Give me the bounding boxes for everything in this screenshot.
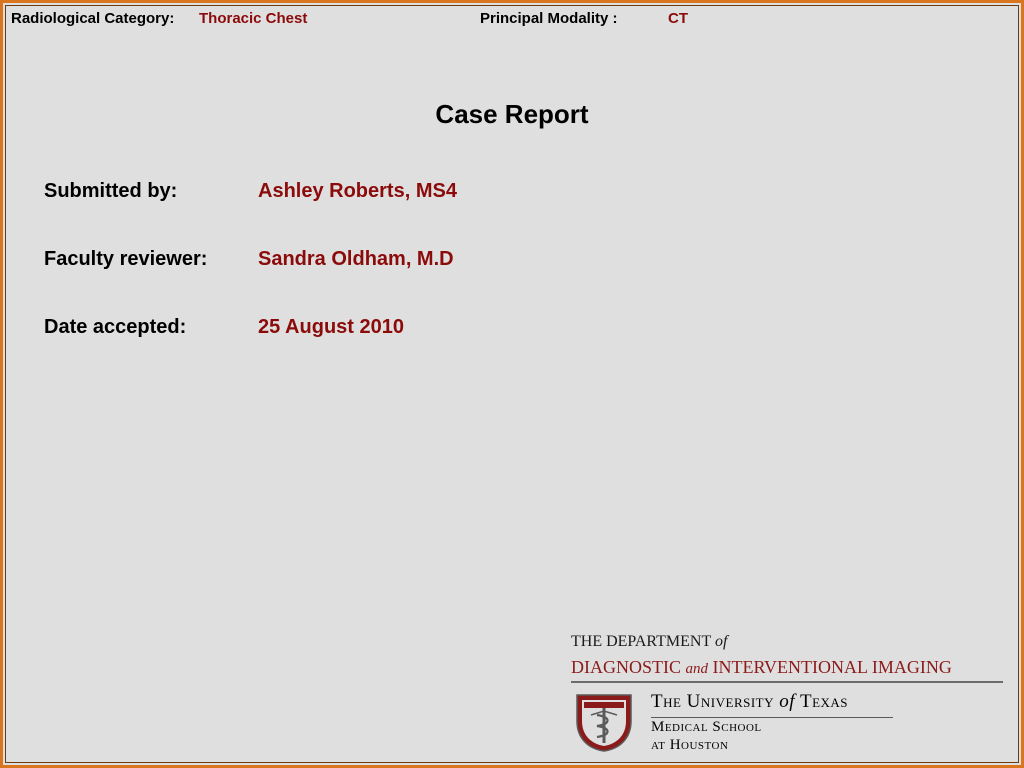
case-report-slide: Radiological Category: Thoracic Chest Pr… — [0, 0, 1024, 768]
submitted-by-value: Ashley Roberts, MS4 — [258, 180, 457, 202]
category-value: Thoracic Chest — [199, 10, 308, 27]
department-heading: THE DEPARTMENT of — [571, 633, 728, 650]
modality-label: Principal Modality : — [480, 10, 618, 27]
medical-school-line: Medical School — [651, 719, 762, 735]
university-divider — [651, 717, 893, 718]
modality-value: CT — [668, 10, 688, 27]
faculty-reviewer-label: Faculty reviewer: — [44, 248, 208, 270]
date-accepted-label: Date accepted: — [44, 316, 187, 338]
submitted-by-label: Submitted by: — [44, 180, 178, 202]
houston-line: at Houston — [651, 737, 729, 753]
university-seal-icon — [576, 694, 632, 752]
university-name: The University of Texas — [651, 691, 849, 712]
department-name: DIAGNOSTIC and INTERVENTIONAL IMAGING — [571, 657, 952, 677]
category-label: Radiological Category: — [11, 10, 175, 27]
department-logo: THE DEPARTMENT of DIAGNOSTIC and INTERVE… — [571, 631, 1007, 755]
page-title: Case Report — [435, 99, 589, 129]
faculty-reviewer-value: Sandra Oldham, M.D — [258, 248, 454, 270]
logo-divider — [571, 681, 1003, 683]
date-accepted-value: 25 August 2010 — [258, 316, 404, 338]
